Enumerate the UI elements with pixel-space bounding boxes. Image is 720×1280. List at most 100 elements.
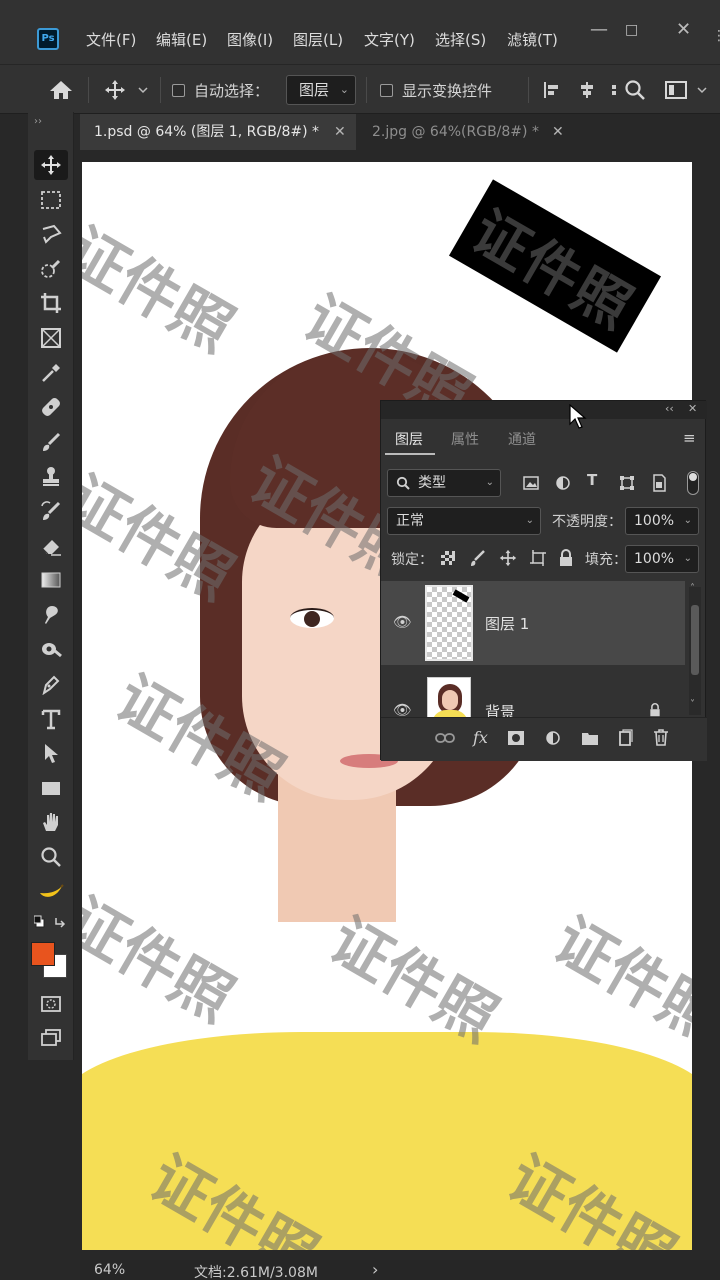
search-icon[interactable] (624, 65, 646, 115)
layer-name[interactable]: 背景 (485, 701, 515, 717)
foreground-color-swatch[interactable] (31, 942, 55, 966)
menu-image[interactable]: 图像(I) (227, 29, 273, 50)
tab-layers[interactable]: 图层 (395, 429, 423, 449)
banana-icon[interactable] (34, 877, 68, 907)
tab-channels[interactable]: 通道 (508, 429, 536, 449)
align-left-icon[interactable] (543, 65, 561, 115)
menu-layer[interactable]: 图层(L) (293, 29, 343, 50)
zoom-icon[interactable] (34, 842, 68, 872)
marquee-icon[interactable] (34, 185, 68, 215)
move-tool-preset-icon[interactable] (104, 65, 150, 115)
lock-transparency-icon[interactable] (441, 551, 455, 565)
crop-icon[interactable] (34, 288, 68, 318)
layers-panel: ‹‹ ✕ 图层 属性 通道 ≡ 类型 ⌄ T 正常 ⌄ 不透明度： 100% ⌄ 锁定… (380, 400, 707, 761)
default-colors-icon[interactable] (34, 910, 68, 934)
panel-menu-icon[interactable]: ≡ (683, 429, 696, 447)
align-center-icon[interactable] (578, 65, 596, 115)
collapse-icon[interactable]: ›› (34, 116, 42, 127)
lock-all-icon[interactable] (559, 549, 573, 567)
rectangle-icon[interactable] (34, 773, 68, 803)
lock-pixels-icon[interactable] (470, 549, 486, 567)
menu-select[interactable]: 选择(S) (435, 29, 486, 50)
watermark-stamp[interactable]: 证件照 (448, 179, 662, 353)
close-tab-icon[interactable]: ✕ (334, 114, 346, 150)
group-icon[interactable] (581, 730, 599, 746)
tab-1-psd[interactable]: 1.psd @ 64% (图层 1, RGB/8#) * ✕ (80, 114, 356, 150)
layer-filter-dropdown[interactable]: 类型 ⌄ (387, 469, 501, 497)
fill-label: 填充： (585, 552, 627, 568)
adjustment-icon[interactable] (545, 730, 563, 748)
layer-thumbnail (427, 677, 471, 717)
history-brush-icon[interactable] (34, 496, 68, 526)
menu-edit[interactable]: 编辑(E) (156, 29, 207, 50)
more-icon[interactable]: ⋮ (712, 26, 720, 46)
divider (528, 77, 529, 103)
fill-field[interactable]: 100% ⌄ (625, 545, 699, 573)
lock-artboard-icon[interactable] (529, 549, 547, 567)
blur-icon[interactable] (34, 600, 68, 630)
home-icon[interactable] (48, 65, 74, 115)
menu-type[interactable]: 文字(Y) (364, 29, 415, 50)
divider (366, 77, 367, 103)
fx-icon[interactable]: fx (473, 728, 488, 747)
ps-logo[interactable]: Ps (37, 28, 59, 50)
opacity-field[interactable]: 100% ⌄ (625, 507, 699, 535)
visibility-eye-icon[interactable]: 👁 (393, 613, 412, 631)
status-menu-arrow[interactable]: › (372, 1260, 378, 1279)
layer-row-layer1[interactable]: 👁 图层 1 (381, 581, 685, 665)
eraser-icon[interactable] (34, 531, 68, 561)
align-right-icon[interactable] (608, 65, 618, 115)
healing-icon[interactable] (34, 392, 68, 422)
path-select-icon[interactable] (34, 738, 68, 768)
layer-row-background[interactable]: 👁 背景 (381, 669, 685, 717)
auto-select-checkbox[interactable] (172, 65, 185, 115)
hand-icon[interactable] (34, 807, 68, 837)
filter-adjustment-icon[interactable] (555, 475, 571, 491)
gradient-icon[interactable] (34, 565, 68, 595)
close-tab-icon[interactable]: ✕ (552, 114, 564, 150)
menu-filter[interactable]: 滤镜(T) (507, 29, 558, 50)
panel-header: ‹‹ ✕ (381, 401, 707, 419)
stamp-icon[interactable] (34, 461, 68, 491)
tab-properties[interactable]: 属性 (451, 429, 479, 449)
dodge-icon[interactable] (34, 634, 68, 664)
photoshop-window: Ps 文件(F) 编辑(E) 图像(I) 图层(L) 文字(Y) 选择(S) 滤… (0, 0, 720, 1280)
frame-icon[interactable] (34, 323, 68, 353)
lasso-icon[interactable] (34, 219, 68, 249)
chevron-down-icon[interactable]: ˅ (690, 699, 695, 710)
menu-file[interactable]: 文件(F) (86, 29, 136, 50)
type-icon[interactable] (34, 704, 68, 734)
auto-select-target-dropdown[interactable]: 图层 ⌄ (286, 75, 356, 105)
show-transform-checkbox[interactable] (380, 65, 393, 115)
close-panel-icon[interactable]: ✕ (688, 402, 697, 415)
move-icon[interactable] (34, 150, 68, 180)
layer-name[interactable]: 图层 1 (485, 613, 529, 634)
workspace-icon[interactable] (664, 65, 710, 115)
mask-icon[interactable] (507, 730, 525, 746)
new-layer-icon[interactable] (617, 729, 633, 747)
filter-pixel-icon[interactable] (523, 475, 539, 491)
filter-type-icon[interactable]: T (587, 471, 597, 489)
minimize-icon[interactable]: — (590, 20, 608, 40)
lock-position-icon[interactable] (499, 549, 517, 567)
link-icon[interactable] (435, 731, 455, 745)
blend-mode-dropdown[interactable]: 正常 ⌄ (387, 507, 541, 535)
quick-select-icon[interactable] (34, 254, 68, 284)
brush-icon[interactable] (34, 427, 68, 457)
restore-icon[interactable]: □ (625, 20, 638, 40)
eyedropper-icon[interactable] (34, 358, 68, 388)
close-icon[interactable]: ✕ (676, 20, 691, 40)
collapse-panel-icon[interactable]: ‹‹ (665, 402, 674, 415)
pen-icon[interactable] (34, 669, 68, 699)
screen-mode-icon[interactable] (34, 1023, 68, 1053)
filter-shape-icon[interactable] (619, 475, 635, 491)
tab-2-jpg[interactable]: 2.jpg @ 64%(RGB/8#) * ✕ (358, 114, 588, 150)
zoom-level[interactable]: 64% (94, 1262, 125, 1278)
filter-smart-object-icon[interactable] (651, 474, 667, 492)
filter-toggle[interactable] (687, 471, 699, 495)
visibility-eye-icon[interactable]: 👁 (393, 701, 412, 717)
quick-mask-icon[interactable] (34, 989, 68, 1019)
delete-icon[interactable] (653, 728, 669, 746)
layers-scrollbar[interactable]: ˄ ˅ (689, 583, 701, 715)
chevron-up-icon[interactable]: ˄ (690, 583, 695, 594)
